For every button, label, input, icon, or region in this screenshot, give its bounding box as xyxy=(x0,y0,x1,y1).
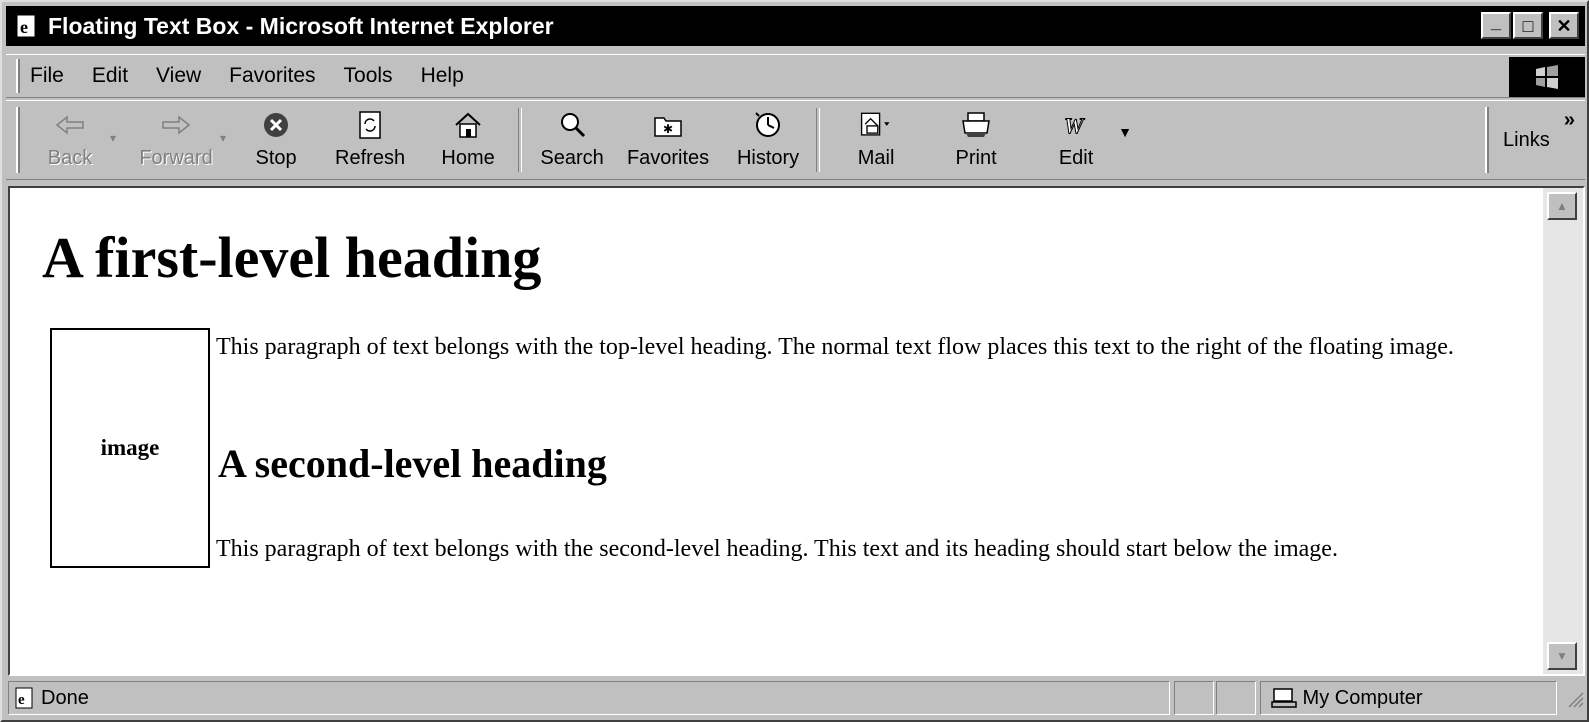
status-text: Done xyxy=(41,686,89,709)
security-zone-text: My Computer xyxy=(1302,686,1423,709)
back-button[interactable]: Back xyxy=(30,104,110,176)
second-level-heading: A second-level heading xyxy=(218,441,607,486)
menu-view[interactable]: View xyxy=(156,64,201,88)
favorites-folder-icon: ✱ xyxy=(650,107,686,143)
windows-logo-icon xyxy=(1509,57,1585,97)
toolbar-dropdown-arrow-icon[interactable]: ▼ xyxy=(1118,124,1132,140)
mail-button[interactable]: Mail xyxy=(828,104,924,176)
history-button[interactable]: History xyxy=(726,104,810,176)
standard-toolbar: Back ▾ Forward ▾ Stop Refresh Home Searc… xyxy=(6,100,1585,180)
svg-text:✱: ✱ xyxy=(663,122,673,136)
image-label: image xyxy=(100,435,160,460)
stop-button[interactable]: Stop xyxy=(244,104,308,176)
page-content: A first-level heading image This paragra… xyxy=(10,188,1537,674)
scroll-down-button[interactable]: ▼ xyxy=(1547,642,1577,670)
floating-image-placeholder: image xyxy=(50,328,210,568)
search-button[interactable]: Search xyxy=(530,104,614,176)
home-icon xyxy=(450,107,486,143)
edit-button[interactable]: W Edit xyxy=(1028,104,1124,176)
menu-help[interactable]: Help xyxy=(421,64,464,88)
word-edit-icon: W xyxy=(1058,107,1094,143)
menu-tools[interactable]: Tools xyxy=(344,64,393,88)
close-button[interactable]: ✕ xyxy=(1549,12,1579,39)
status-panel-blank-2 xyxy=(1215,681,1256,715)
mail-icon xyxy=(858,107,894,143)
back-arrow-icon xyxy=(52,107,88,143)
menu-file[interactable]: File xyxy=(30,64,64,88)
svg-text:e: e xyxy=(20,17,28,37)
menu-bar: File Edit View Favorites Tools Help xyxy=(6,54,1585,98)
favorites-button[interactable]: ✱ Favorites xyxy=(620,104,716,176)
svg-text:e: e xyxy=(18,692,25,708)
chevron-right-icon[interactable]: » xyxy=(1564,109,1575,132)
refresh-button[interactable]: Refresh xyxy=(320,104,420,176)
status-panel-blank-1 xyxy=(1174,681,1214,715)
menu-grip[interactable] xyxy=(16,59,20,93)
menu-edit[interactable]: Edit xyxy=(92,64,128,88)
minimize-button[interactable]: _ xyxy=(1481,12,1511,39)
refresh-icon xyxy=(352,107,388,143)
history-icon xyxy=(750,107,786,143)
links-bar[interactable]: Links » xyxy=(1485,101,1585,179)
page-viewport: A first-level heading image This paragra… xyxy=(8,186,1585,676)
search-icon xyxy=(554,107,590,143)
back-dropdown-arrow-icon[interactable]: ▾ xyxy=(110,131,116,145)
status-bar: e Done My Computer xyxy=(6,678,1585,718)
maximize-button[interactable]: □ xyxy=(1513,12,1543,39)
browser-window: e Floating Text Box - Microsoft Internet… xyxy=(0,0,1589,722)
home-button[interactable]: Home xyxy=(428,104,508,176)
forward-button[interactable]: Forward xyxy=(132,104,220,176)
toolbar-grip[interactable] xyxy=(16,107,20,173)
ie-page-icon: e xyxy=(14,13,40,39)
computer-icon xyxy=(1270,687,1297,709)
status-zone-panel: My Computer xyxy=(1259,681,1558,715)
toolbar-separator-2 xyxy=(816,108,821,172)
paragraph-one: This paragraph of text belongs with the … xyxy=(216,334,1454,360)
resize-grip-icon[interactable] xyxy=(1563,687,1585,709)
links-label: Links xyxy=(1503,128,1550,151)
stop-icon xyxy=(258,107,294,143)
first-level-heading: A first-level heading xyxy=(42,225,542,290)
print-button[interactable]: Print xyxy=(928,104,1024,176)
vertical-scrollbar[interactable]: ▲ ▼ xyxy=(1543,188,1583,674)
scroll-up-button[interactable]: ▲ xyxy=(1547,192,1577,220)
printer-icon xyxy=(958,107,994,143)
links-grip[interactable] xyxy=(1485,107,1489,173)
paragraph-two: This paragraph of text belongs with the … xyxy=(216,536,1338,562)
window-title: Floating Text Box - Microsoft Internet E… xyxy=(48,12,554,39)
status-main-panel: e Done xyxy=(8,681,1171,715)
forward-dropdown-arrow-icon[interactable]: ▾ xyxy=(220,131,226,145)
menu-favorites[interactable]: Favorites xyxy=(229,64,315,88)
title-bar[interactable]: e Floating Text Box - Microsoft Internet… xyxy=(6,6,1585,46)
page-done-icon: e xyxy=(13,687,35,709)
toolbar-separator xyxy=(518,108,523,172)
svg-text:W: W xyxy=(1064,113,1085,138)
forward-arrow-icon xyxy=(158,107,194,143)
